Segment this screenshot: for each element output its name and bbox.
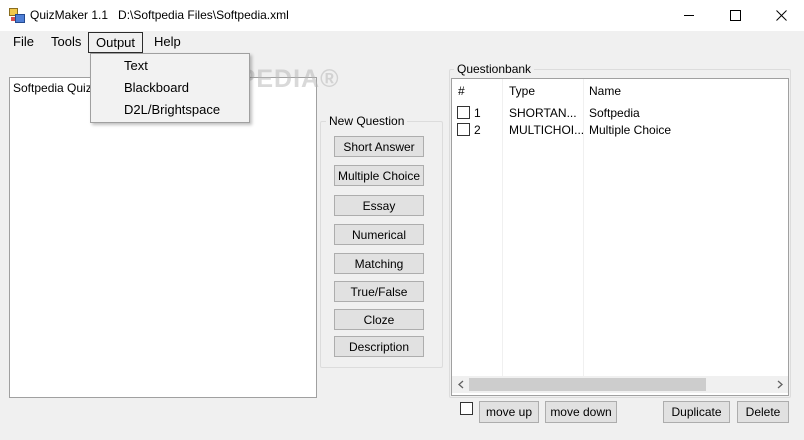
column-header-type[interactable]: Type — [509, 84, 535, 98]
chevron-left-icon — [457, 380, 463, 389]
select-all-checkbox[interactable] — [460, 402, 473, 415]
close-icon — [775, 10, 787, 21]
title-bar[interactable]: QuizMaker 1.1 D:\Softpedia Files\Softped… — [0, 0, 804, 31]
menu-output[interactable]: Output — [88, 32, 144, 53]
scroll-left-button[interactable] — [452, 376, 469, 393]
questionbank-legend: Questionbank — [454, 62, 535, 76]
row-number: 1 — [474, 106, 481, 120]
column-header-name[interactable]: Name — [589, 84, 621, 98]
true-false-button[interactable]: True/False — [334, 281, 424, 302]
menu-item-text[interactable]: Text — [92, 55, 248, 77]
quiz-tree-root[interactable]: Softpedia Quiz — [13, 81, 92, 95]
output-dropdown-menu: Text Blackboard D2L/Brightspace — [90, 53, 250, 123]
menu-item-d2l-brightspace[interactable]: D2L/Brightspace — [92, 99, 248, 121]
chevron-right-icon — [777, 380, 783, 389]
description-button[interactable]: Description — [334, 336, 424, 357]
scroll-right-button[interactable] — [771, 376, 788, 393]
maximize-button[interactable] — [712, 0, 758, 31]
essay-button[interactable]: Essay — [334, 195, 424, 216]
row-checkbox[interactable] — [457, 106, 470, 119]
questionbank-list[interactable]: # Type Name 1 SHORTAN... Softpedia 2 MUL… — [451, 78, 789, 396]
menu-tools[interactable]: Tools — [44, 31, 88, 53]
row-type: MULTICHOI... — [509, 123, 585, 137]
numerical-button[interactable]: Numerical — [334, 224, 424, 245]
new-question-legend: New Question — [326, 114, 408, 128]
minimize-icon — [683, 15, 694, 16]
move-down-button[interactable]: move down — [545, 401, 617, 423]
menu-item-blackboard[interactable]: Blackboard — [92, 77, 248, 99]
window-title: QuizMaker 1.1 D:\Softpedia Files\Softped… — [30, 8, 289, 22]
column-header-number[interactable]: # — [458, 84, 465, 98]
multiple-choice-button[interactable]: Multiple Choice — [334, 165, 424, 186]
matching-button[interactable]: Matching — [334, 253, 424, 274]
menu-help[interactable]: Help — [147, 31, 188, 53]
app-icon — [9, 8, 25, 23]
duplicate-button[interactable]: Duplicate — [663, 401, 730, 423]
menu-file[interactable]: File — [6, 31, 41, 53]
horizontal-scrollbar[interactable] — [452, 376, 788, 393]
column-divider — [502, 79, 503, 376]
minimize-button[interactable] — [666, 0, 712, 31]
maximize-icon — [729, 10, 741, 21]
menu-bar: File Tools Output Help — [0, 31, 804, 53]
scroll-thumb[interactable] — [469, 378, 706, 391]
close-button[interactable] — [758, 0, 804, 31]
row-number: 2 — [474, 123, 481, 137]
row-type: SHORTAN... — [509, 106, 577, 120]
row-checkbox[interactable] — [457, 123, 470, 136]
row-name[interactable]: Softpedia — [589, 106, 640, 120]
row-name[interactable]: Multiple Choice — [589, 123, 671, 137]
short-answer-button[interactable]: Short Answer — [334, 136, 424, 157]
quiz-tree-view[interactable]: Softpedia Quiz — [9, 77, 317, 398]
delete-button[interactable]: Delete — [737, 401, 789, 423]
move-up-button[interactable]: move up — [479, 401, 539, 423]
cloze-button[interactable]: Cloze — [334, 309, 424, 330]
